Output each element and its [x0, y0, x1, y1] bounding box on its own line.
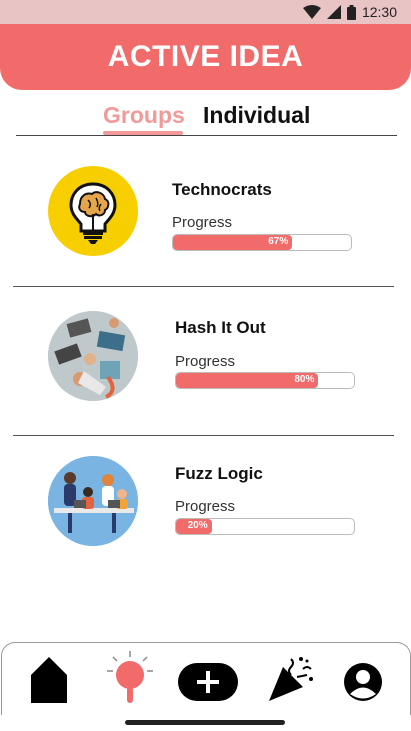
bottom-nav: [1, 642, 411, 715]
card-divider: [13, 286, 394, 287]
progress-fill: 20%: [176, 519, 212, 534]
group-avatar-brain-bulb: [48, 166, 138, 256]
group-avatar-desk-photo: [48, 311, 138, 401]
nav-profile-button[interactable]: [344, 663, 382, 706]
group-name: Fuzz Logic: [175, 464, 263, 483]
nav-ideas-button[interactable]: [105, 649, 155, 710]
progress-bar: 20%: [175, 518, 355, 535]
team-illustration-image: [48, 456, 138, 546]
nav-celebrate-button[interactable]: [267, 655, 315, 708]
group-avatar-team-illustration: [48, 456, 138, 546]
wifi-icon: [302, 5, 321, 19]
group-card-fuzz-logic[interactable]: Fuzz Logic Progress 20%: [0, 435, 411, 575]
app-header: ACTIVE IDEA: [0, 24, 411, 90]
tab-bar: Groups Individual: [0, 100, 411, 136]
group-name: Hash It Out: [175, 318, 266, 337]
progress-label: Progress: [175, 498, 236, 515]
home-indicator: [125, 720, 285, 725]
idea-bulb-icon: [107, 651, 153, 703]
tabs-divider: [16, 135, 397, 136]
progress-label: Progress: [175, 353, 236, 370]
progress-bar: 80%: [175, 372, 355, 389]
progress-fill: 67%: [173, 235, 293, 250]
brain-bulb-icon: [69, 182, 117, 244]
profile-icon: [344, 663, 382, 701]
progress-percent: 67%: [268, 236, 289, 247]
progress-label: Progress: [172, 214, 233, 231]
add-icon: [178, 663, 238, 701]
status-time: 12:30: [361, 4, 397, 20]
group-card-technocrats[interactable]: Technocrats Progress 67%: [0, 145, 411, 285]
progress-bar: 67%: [172, 234, 352, 251]
progress-fill: 80%: [176, 373, 319, 388]
signal-icon: [326, 5, 341, 19]
tab-individual[interactable]: Individual: [203, 102, 310, 129]
tab-groups[interactable]: Groups: [103, 102, 185, 129]
progress-percent: 20%: [187, 520, 208, 531]
progress-percent: 80%: [294, 374, 315, 385]
home-icon: [31, 657, 67, 703]
group-card-hash-it-out[interactable]: Hash It Out Progress 80%: [0, 290, 411, 430]
nav-add-button[interactable]: [178, 663, 238, 706]
party-popper-icon: [269, 657, 313, 701]
desk-workspace-image: [48, 311, 138, 401]
page-title: ACTIVE IDEA: [107, 40, 304, 73]
status-bar: 12:30: [0, 0, 411, 24]
group-name: Technocrats: [172, 180, 272, 199]
nav-home-button[interactable]: [30, 655, 68, 710]
battery-icon: [346, 4, 356, 20]
status-icons: 12:30: [302, 4, 397, 20]
